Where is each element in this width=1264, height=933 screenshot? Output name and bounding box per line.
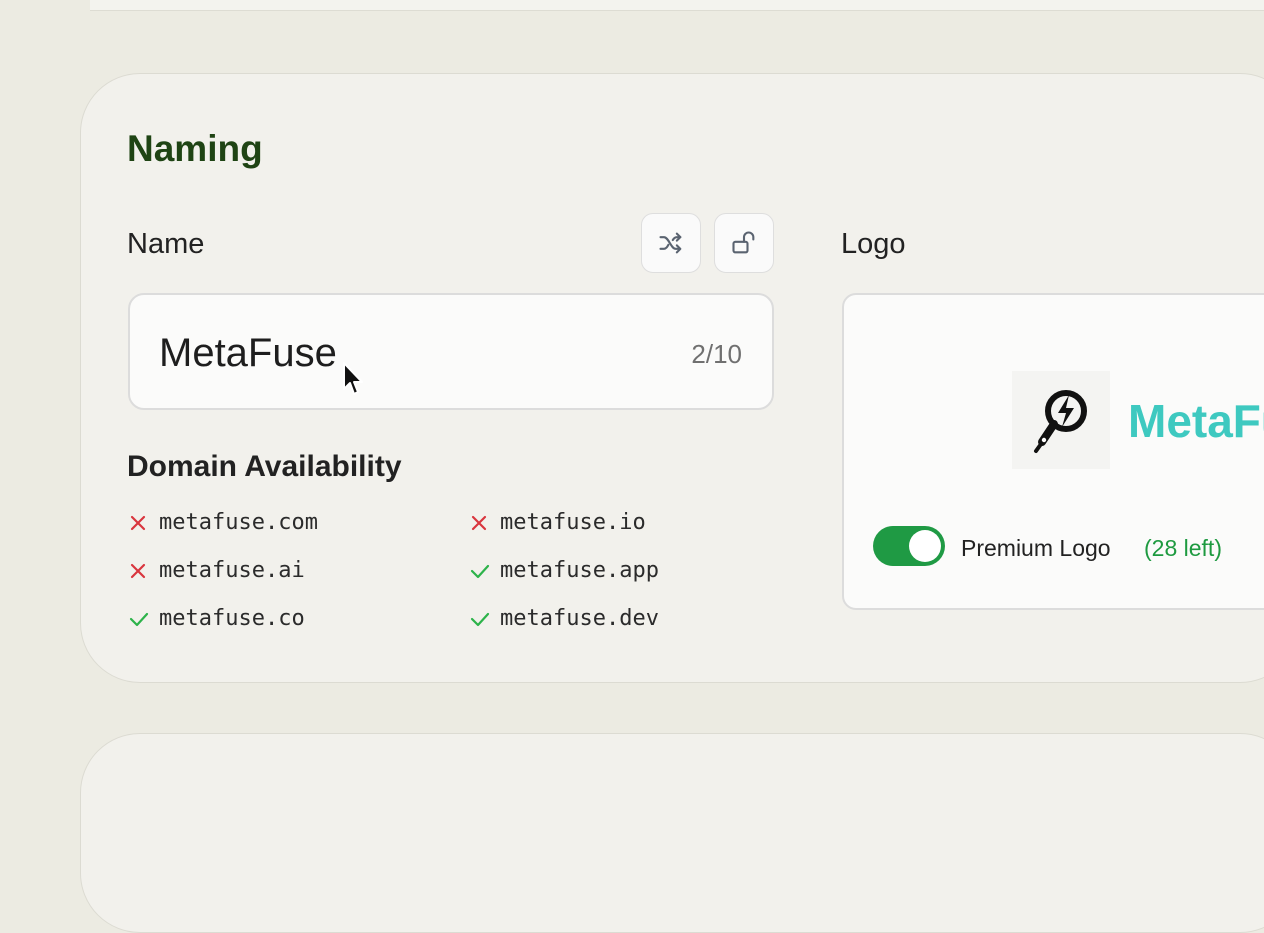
shuffle-icon <box>659 232 682 254</box>
lock-toggle-button[interactable] <box>714 213 774 273</box>
domain-item-io: metafuse.io <box>470 510 646 535</box>
mouse-pointer-icon <box>343 362 363 395</box>
lightning-plug-icon <box>1012 371 1110 469</box>
unavailable-x-icon <box>129 562 159 580</box>
available-check-icon <box>470 562 500 580</box>
domain-name: metafuse.ai <box>159 558 305 583</box>
available-check-icon <box>470 610 500 628</box>
logo-brand-text: MetaFuse <box>1128 395 1264 447</box>
section-title: Naming <box>127 128 263 169</box>
name-label: Name <box>127 228 205 260</box>
name-input-value: MetaFuse <box>159 331 337 375</box>
toggle-knob <box>909 530 941 562</box>
unavailable-x-icon <box>129 514 159 532</box>
domain-name: metafuse.co <box>159 606 305 631</box>
domain-name: metafuse.com <box>159 510 318 535</box>
domain-item-co: metafuse.co <box>129 606 305 631</box>
domain-name: metafuse.io <box>500 510 646 535</box>
name-input[interactable]: MetaFuse 2/10 <box>128 293 774 410</box>
unlock-icon <box>732 231 755 254</box>
domain-item-dev: metafuse.dev <box>470 606 659 631</box>
domain-item-com: metafuse.com <box>129 510 318 535</box>
shuffle-button[interactable] <box>641 213 701 273</box>
logo-preview[interactable]: MetaFuse Premium Logo (28 left) <box>842 293 1264 610</box>
unavailable-x-icon <box>470 514 500 532</box>
available-check-icon <box>129 610 159 628</box>
domain-item-ai: metafuse.ai <box>129 558 305 583</box>
domain-name: metafuse.dev <box>500 606 659 631</box>
domain-availability-title: Domain Availability <box>127 450 402 483</box>
next-section-card <box>80 733 1264 933</box>
top-panel-edge <box>90 0 1264 11</box>
domain-item-app: metafuse.app <box>470 558 659 583</box>
premium-remaining-count: (28 left) <box>1144 535 1222 561</box>
premium-logo-toggle[interactable] <box>873 526 945 566</box>
logo-label: Logo <box>841 228 906 260</box>
premium-logo-label: Premium Logo <box>961 535 1111 561</box>
character-count: 2/10 <box>691 339 742 369</box>
domain-name: metafuse.app <box>500 558 659 583</box>
